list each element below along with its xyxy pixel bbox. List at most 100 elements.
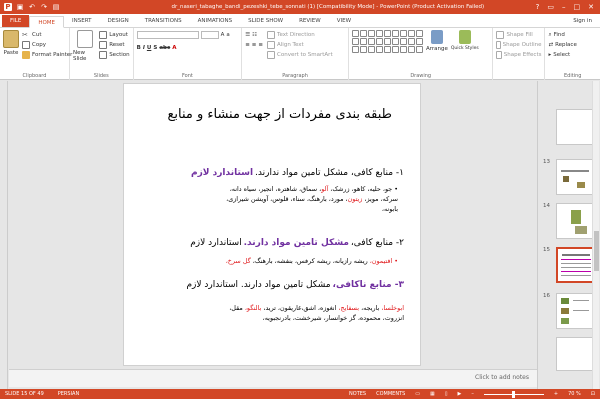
slide[interactable]: طبقه بندی مفردات از جهت منشاء و منابع ۱-… <box>123 83 421 366</box>
text-direction-icon <box>267 31 276 39</box>
tab-view[interactable]: VIEW <box>329 15 359 27</box>
layout-button[interactable]: Layout <box>99 30 129 40</box>
paste-button[interactable]: Paste <box>3 30 19 60</box>
present-icon[interactable]: ▤ <box>52 3 60 11</box>
tab-file[interactable]: FILE <box>2 15 30 27</box>
new-slide-button[interactable]: New Slide <box>73 30 96 62</box>
close-button[interactable]: ✕ <box>588 3 594 11</box>
tab-insert[interactable]: INSERT <box>64 15 99 27</box>
format-painter-button[interactable]: Format Painter <box>22 50 72 60</box>
thumbnail-slide[interactable] <box>556 159 594 195</box>
notes-button[interactable]: NOTES <box>349 391 366 397</box>
zoom-level[interactable]: 70 % <box>568 391 581 397</box>
title-bar: P ▣ ↶ ↷ ▤ dr_naseri_tabaghe_bandi_pezesh… <box>0 0 600 14</box>
arrange-icon <box>430 30 443 44</box>
thumbnail-slide-active[interactable] <box>556 247 594 283</box>
reading-view-icon[interactable]: ▯ <box>445 391 448 397</box>
body-3[interactable]: ابوخلسا، باریجه، بسفایج، انغوزه، اشق،غار… <box>138 303 404 323</box>
shrink-font-icon[interactable]: a <box>226 32 229 38</box>
bullets-icon[interactable]: ☰ <box>245 32 250 38</box>
notes-pane[interactable]: Click to add notes <box>9 369 537 387</box>
save-icon[interactable]: ▣ <box>16 3 24 11</box>
tab-design[interactable]: DESIGN <box>100 15 137 27</box>
shape-effects-button[interactable]: Shape Effects <box>496 50 541 60</box>
replace-button[interactable]: ⇄ Replace <box>548 40 597 50</box>
thumbnail-number: 14 <box>543 203 550 209</box>
zoom-slider[interactable] <box>483 390 544 398</box>
find-button[interactable]: ⌕ Find <box>548 30 597 40</box>
zoom-out-icon[interactable]: – <box>471 391 474 397</box>
editing-group: ⌕ Find ⇄ Replace ▸ Select Editing <box>545 28 600 80</box>
sign-in-link[interactable]: Sign in <box>573 15 600 27</box>
minimize-button[interactable]: – <box>562 3 566 11</box>
italic-icon[interactable]: I <box>143 45 145 51</box>
collapsed-pane[interactable] <box>0 81 8 389</box>
slides-group: New Slide Layout Reset Section Slides <box>70 28 134 80</box>
font-size-dropdown[interactable] <box>200 31 219 39</box>
select-button[interactable]: ▸ Select <box>548 50 597 60</box>
shadow-icon[interactable]: S <box>153 45 157 51</box>
slide-sorter-icon[interactable]: ▦ <box>430 391 435 397</box>
font-color-icon[interactable]: A <box>172 45 176 51</box>
quick-access-toolbar: P ▣ ↶ ↷ ▤ <box>0 3 120 11</box>
paragraph-group: ☰ ☷ ≡ ≡ ≡ Text Direction Align Text Convert… <box>242 28 349 80</box>
paste-icon <box>3 30 19 48</box>
underline-icon[interactable]: U <box>147 45 151 51</box>
slide-title[interactable]: طبقه بندی مفردات از جهت منشاء و منابع <box>167 107 392 122</box>
bold-icon[interactable]: B <box>137 45 141 51</box>
help-icon[interactable]: ? <box>536 3 540 11</box>
ribbon: Paste ✂ Cut Copy Format Painter Clipboard… <box>0 28 600 80</box>
thumbnail-slide[interactable] <box>556 203 594 239</box>
bullet-2[interactable]: • افتیمون، ریشه رازیانه، ریشه کرفس، بنفش… <box>138 256 404 266</box>
thumbnail-slide[interactable] <box>556 337 594 371</box>
center-icon[interactable]: ≡ <box>252 42 257 48</box>
brush-icon <box>22 51 30 59</box>
convert-smartart-button[interactable]: Convert to SmartArt <box>267 50 333 60</box>
ribbon-tabs: FILE HOME INSERT DESIGN TRANSITIONS ANIM… <box>0 14 600 28</box>
tab-slide-show[interactable]: SLIDE SHOW <box>240 15 291 27</box>
text-direction-button[interactable]: Text Direction <box>267 30 333 40</box>
strikethrough-icon[interactable]: abc <box>159 45 170 51</box>
shapes-gallery[interactable] <box>351 30 423 53</box>
language-indicator[interactable]: PERSIAN <box>58 391 79 397</box>
notes-placeholder: Click to add notes <box>475 374 529 381</box>
numbering-icon[interactable]: ☷ <box>252 32 257 38</box>
redo-icon[interactable]: ↷ <box>40 3 48 11</box>
ribbon-display-icon[interactable]: ▭ <box>547 3 554 11</box>
align-text-button[interactable]: Align Text <box>267 40 333 50</box>
tab-transitions[interactable]: TRANSITIONS <box>137 15 190 27</box>
reset-button[interactable]: Reset <box>99 40 129 50</box>
align-right-icon[interactable]: ≡ <box>258 42 263 48</box>
normal-view-icon[interactable]: ▭ <box>415 391 420 397</box>
thumbnail-slide[interactable] <box>556 293 594 329</box>
thumbnail-slide[interactable] <box>556 109 594 145</box>
tab-animations[interactable]: ANIMATIONS <box>190 15 241 27</box>
arrange-button[interactable]: Arrange <box>426 30 448 53</box>
thumbnail-scrollbar[interactable] <box>592 81 599 389</box>
new-slide-icon <box>76 30 93 48</box>
heading-3[interactable]: ۳- منابع ناکافی، مشکل تامین مواد دارند. … <box>138 280 404 290</box>
quick-styles-button[interactable]: Quick Styles <box>451 30 479 53</box>
heading-1[interactable]: ۱- منابع کافی، مشکل تامین مواد ندارند. ا… <box>138 168 404 178</box>
font-name-dropdown[interactable] <box>136 31 199 39</box>
zoom-in-icon[interactable]: + <box>554 391 558 397</box>
heading-2[interactable]: ۲- منابع کافی، مشکل تامین مواد دارند. اس… <box>138 238 404 248</box>
align-left-icon[interactable]: ≡ <box>245 42 250 48</box>
section-icon <box>99 51 108 59</box>
grow-font-icon[interactable]: A <box>221 32 225 38</box>
slideshow-icon[interactable]: ▶ <box>458 391 462 397</box>
maximize-button[interactable]: □ <box>574 3 581 11</box>
tab-home[interactable]: HOME <box>29 16 65 28</box>
comments-button[interactable]: COMMENTS <box>376 391 405 397</box>
copy-button[interactable]: Copy <box>22 40 72 50</box>
shape-outline-button[interactable]: Shape Outline <box>496 40 541 50</box>
tab-review[interactable]: REVIEW <box>291 15 329 27</box>
section-button[interactable]: Section <box>99 50 130 60</box>
cut-button[interactable]: ✂ Cut <box>22 30 72 40</box>
bullet-1[interactable]: • جو، حلیه، کاهو، زرشک، آلو، سماق، شاهتر… <box>138 184 404 214</box>
find-icon: ⌕ <box>548 31 552 38</box>
fill-icon <box>496 31 505 39</box>
undo-icon[interactable]: ↶ <box>28 3 36 11</box>
fit-slide-icon[interactable]: ⊡ <box>591 391 595 397</box>
shape-fill-button[interactable]: Shape Fill <box>496 30 541 40</box>
